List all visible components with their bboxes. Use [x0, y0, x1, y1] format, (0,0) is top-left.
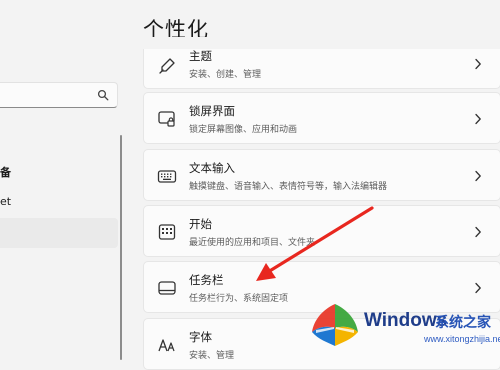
- settings-item-title: 任务栏: [189, 273, 224, 287]
- font-icon: [158, 339, 175, 352]
- settings-item-description: 安装、管理: [189, 351, 235, 361]
- settings-item-description: 安装、创建、管理: [189, 70, 262, 80]
- chevron-right-icon: [475, 58, 481, 70]
- watermark: Windows 系统之家 www.xitongzhijia.net: [304, 300, 500, 353]
- brush-icon: [159, 58, 175, 74]
- keyboard-icon: [157, 170, 177, 183]
- settings-item-start[interactable]: 开始 最近使用的应用和项目、文件夹: [143, 205, 500, 257]
- scrollbar[interactable]: [120, 135, 122, 360]
- chevron-right-icon: [475, 226, 481, 238]
- sidebar-item-personalization[interactable]: [0, 218, 118, 248]
- watermark-url: www.xitongzhijia.net: [424, 334, 500, 344]
- settings-item-description: 最近使用的应用和项目、文件夹: [189, 238, 316, 248]
- watermark-text: 系统之家: [435, 315, 491, 331]
- settings-item-lock-screen[interactable]: 锁屏界面 锁定屏幕图像、应用和动画: [143, 92, 500, 144]
- settings-item-title: 开始: [189, 217, 212, 231]
- settings-item-description: 任务栏行为、系统固定项: [189, 294, 289, 304]
- settings-item-title: 字体: [189, 330, 212, 344]
- sidebar-item-network[interactable]: et: [0, 195, 11, 208]
- settings-item-title: 文本输入: [189, 161, 235, 175]
- scroll-clip: [143, 37, 500, 49]
- chevron-right-icon: [475, 170, 481, 182]
- chevron-right-icon: [475, 282, 481, 294]
- start-menu-icon: [158, 224, 176, 240]
- search-input[interactable]: [0, 82, 118, 108]
- settings-item-title: 主题: [189, 49, 212, 63]
- taskbar-icon: [158, 281, 176, 295]
- sidebar-item-devices[interactable]: 备: [0, 164, 11, 180]
- chevron-right-icon: [475, 113, 481, 125]
- search-icon[interactable]: [97, 89, 109, 101]
- settings-item-text-input[interactable]: 文本输入 触摸键盘、语音输入、表情符号等，输入法编辑器: [143, 149, 500, 201]
- windows-logo-icon: [312, 304, 358, 346]
- settings-item-description: 触摸键盘、语音输入、表情符号等，输入法编辑器: [189, 182, 388, 192]
- lock-screen-icon: [158, 111, 175, 127]
- settings-item-description: 锁定屏幕图像、应用和动画: [189, 125, 298, 135]
- settings-item-title: 锁屏界面: [189, 104, 235, 118]
